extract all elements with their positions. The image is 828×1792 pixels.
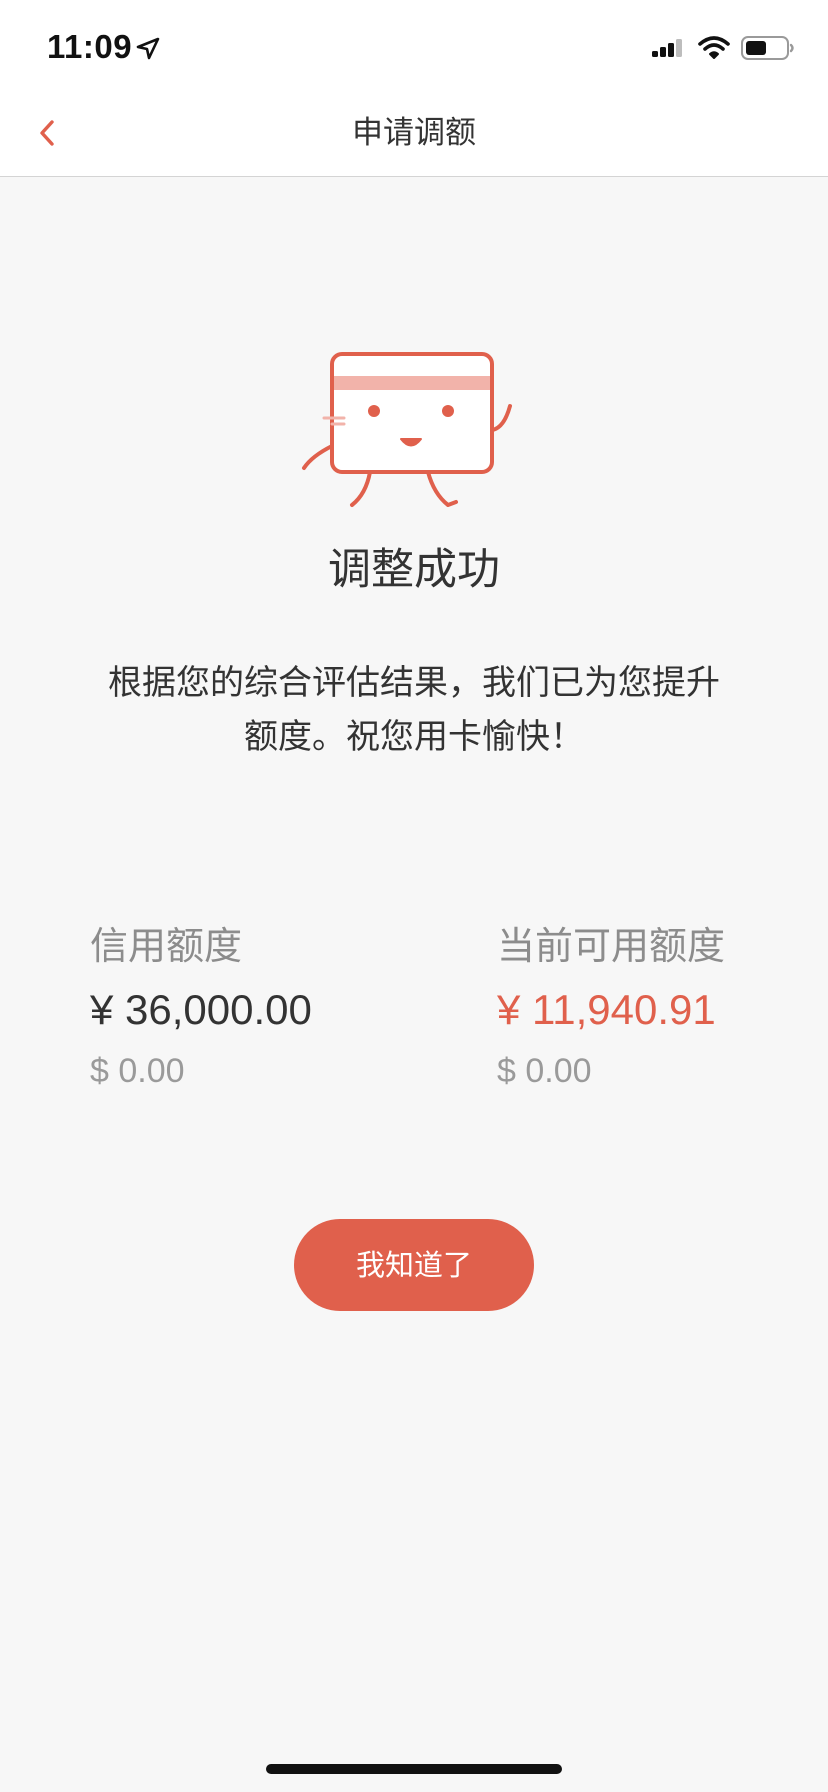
wifi-icon	[698, 36, 730, 59]
home-indicator	[266, 1764, 562, 1774]
available-limit-block: 当前可用额度 ¥ 11,940.91 $ 0.00	[497, 920, 725, 1096]
result-message: 根据您的综合评估结果，我们已为您提升额度。祝您用卡愉快！	[108, 663, 720, 757]
page-title: 申请调额	[352, 115, 476, 151]
credit-limit-usd: $ 0.00	[90, 1052, 185, 1090]
credit-limit-cny: ¥ 36,000.00	[90, 986, 312, 1033]
available-limit-usd: $ 0.00	[497, 1052, 592, 1090]
signal-icon	[652, 39, 682, 57]
credit-limit-block: 信用额度 ¥ 36,000.00 $ 0.00	[90, 920, 312, 1096]
credit-limit-label: 信用额度	[90, 924, 243, 968]
navigation-bar: 申请调额	[0, 90, 828, 177]
status-time: 11:09	[47, 28, 133, 65]
card-mascot-icon	[302, 352, 512, 507]
status-bar: 11:09	[0, 0, 828, 90]
location-arrow-icon	[136, 37, 160, 60]
result-title: 调整成功	[328, 545, 500, 595]
available-limit-cny: ¥ 11,940.91	[497, 986, 716, 1033]
battery-icon	[741, 36, 794, 60]
confirm-button[interactable]: 我知道了	[294, 1219, 534, 1311]
available-limit-label: 当前可用额度	[497, 924, 726, 968]
